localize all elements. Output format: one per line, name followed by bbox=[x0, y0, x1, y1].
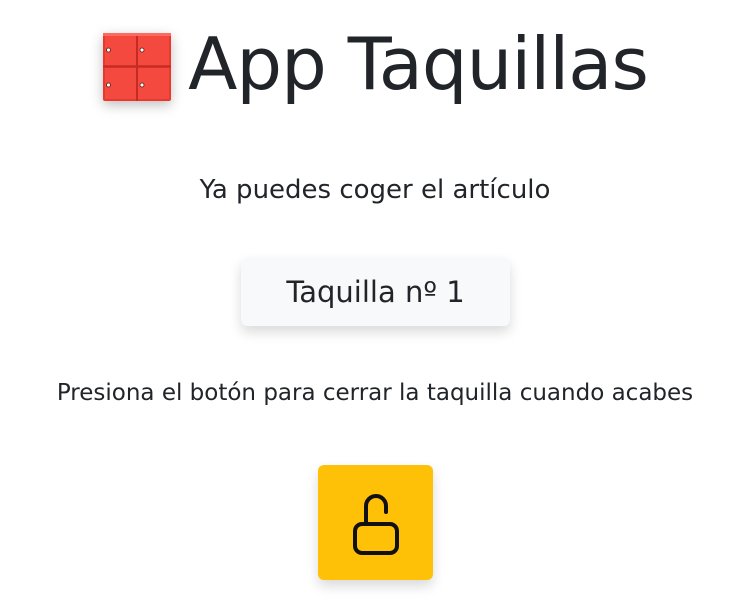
pickup-message: Ya puedes coger el artículo bbox=[199, 175, 551, 205]
app-title: App Taquillas bbox=[188, 22, 649, 106]
unlocked-padlock-icon bbox=[352, 493, 399, 555]
app-header: App Taquillas bbox=[0, 22, 750, 112]
close-locker-button[interactable] bbox=[318, 465, 433, 580]
locker-number-badge: Taquilla nº 1 bbox=[241, 258, 510, 326]
lockers-icon bbox=[103, 33, 172, 101]
close-instruction: Presiona el botón para cerrar la taquill… bbox=[56, 380, 694, 406]
